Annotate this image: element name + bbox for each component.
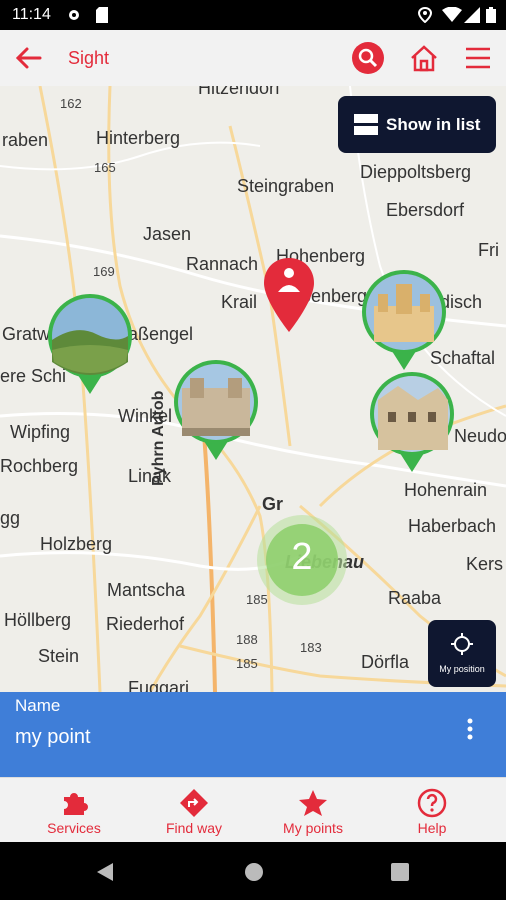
my-position-button[interactable]: My position <box>428 620 496 687</box>
road-number: 162 <box>60 96 82 111</box>
map-road-name: Pyhrn Autob <box>150 390 167 486</box>
map-place-label: Neudo <box>454 426 506 446</box>
map-place-label: gg <box>0 508 21 528</box>
name-label: Name <box>15 696 61 715</box>
map-place-label: Hinterberg <box>96 128 181 148</box>
map-place-label: Ebersdorf <box>386 200 465 220</box>
road-number: 165 <box>94 160 116 175</box>
road-number: 185 <box>236 656 258 671</box>
name-value: my point <box>15 726 91 748</box>
selected-location-pin-icon[interactable] <box>262 256 316 334</box>
back-arrow-icon[interactable] <box>10 40 46 76</box>
road-number: 183 <box>300 640 322 655</box>
home-icon[interactable] <box>406 40 442 76</box>
map-place-label: Holzberg <box>40 534 113 554</box>
home-circle-icon[interactable] <box>244 862 264 882</box>
system-navigation-bar <box>0 842 506 900</box>
map-place-label: Wipfing <box>10 422 71 442</box>
map-place-label: Dieppoltsberg <box>360 162 472 182</box>
map-place-label: Raaba <box>388 588 442 608</box>
map-place-label: Dörfla <box>361 652 410 672</box>
map-place-label: Höllberg <box>4 610 72 630</box>
puzzle-icon <box>64 793 88 815</box>
signal-icon <box>464 7 480 23</box>
map-place-label: Hitzendorf <box>198 86 281 98</box>
nav-find-way[interactable]: Find way <box>134 778 254 843</box>
my-position-label: My position <box>439 664 485 674</box>
settings-gear-icon <box>69 10 79 20</box>
map-place-label: raben <box>2 130 49 150</box>
map-place-label: aßengel <box>128 324 194 344</box>
search-icon[interactable] <box>350 40 386 76</box>
map-place-label: Riederhof <box>106 614 185 634</box>
map-cluster-marker[interactable]: 2 <box>256 514 348 606</box>
map-place-label: Gratw <box>2 324 51 344</box>
wifi-icon <box>442 7 462 22</box>
sight-photo-pin-building[interactable] <box>368 370 456 474</box>
show-in-list-button[interactable]: Show in list <box>338 96 496 153</box>
nav-services[interactable]: Services <box>14 778 134 843</box>
sd-card-icon <box>96 7 108 23</box>
sight-photo-pin-landscape[interactable] <box>46 292 134 396</box>
map-view[interactable]: Hitzendorf Hinterberg Steingraben Dieppo… <box>0 86 506 692</box>
star-icon <box>299 790 327 816</box>
road-number: 169 <box>93 264 115 279</box>
map-place-label: Hohenrain <box>404 480 488 500</box>
map-place-label: Krail <box>221 292 258 312</box>
road-number: 188 <box>236 632 258 647</box>
list-icon <box>354 113 378 135</box>
map-place-label: Stein <box>38 646 80 666</box>
selected-point-info[interactable]: Name my point <box>0 692 506 777</box>
help-icon <box>417 788 447 818</box>
map-place-label: Haberbach <box>408 516 497 536</box>
nav-find-way-label: Find way <box>165 820 223 836</box>
map-place-label: Rannach <box>186 254 259 274</box>
cluster-count: 2 <box>291 536 313 578</box>
map-place-label: Gr <box>262 494 284 514</box>
crosshair-icon <box>451 633 473 655</box>
page-title: Sight <box>68 48 110 68</box>
status-bar: 11:14 <box>0 0 506 30</box>
map-place-label: Mantscha <box>107 580 186 600</box>
nav-help-label: Help <box>417 820 447 836</box>
nav-help[interactable]: Help <box>372 778 492 843</box>
show-in-list-label: Show in list <box>386 114 481 134</box>
app-bar: Sight <box>0 30 506 86</box>
sight-photo-pin-church[interactable] <box>360 268 448 372</box>
bottom-navigation: Services Find way My points Help <box>0 777 506 843</box>
more-options-icon[interactable] <box>458 714 482 750</box>
battery-icon <box>486 7 496 23</box>
map-place-label: Jasen <box>143 224 192 244</box>
nav-my-points-label: My points <box>283 820 343 836</box>
map-place-label: Fuggari <box>128 678 190 692</box>
menu-icon[interactable] <box>460 40 496 76</box>
map-place-label: Kers <box>466 554 504 574</box>
map-place-label: Fri <box>478 240 499 260</box>
recents-square-icon[interactable] <box>390 862 410 882</box>
status-time: 11:14 <box>12 6 51 23</box>
location-icon <box>418 7 432 23</box>
directions-icon <box>180 789 208 817</box>
sight-photo-pin-castle[interactable] <box>172 358 260 462</box>
map-place-label: Rochberg <box>0 456 79 476</box>
nav-my-points[interactable]: My points <box>253 778 373 843</box>
back-triangle-icon[interactable] <box>96 862 114 882</box>
map-place-label: Steingraben <box>237 176 335 196</box>
nav-services-label: Services <box>47 820 101 836</box>
